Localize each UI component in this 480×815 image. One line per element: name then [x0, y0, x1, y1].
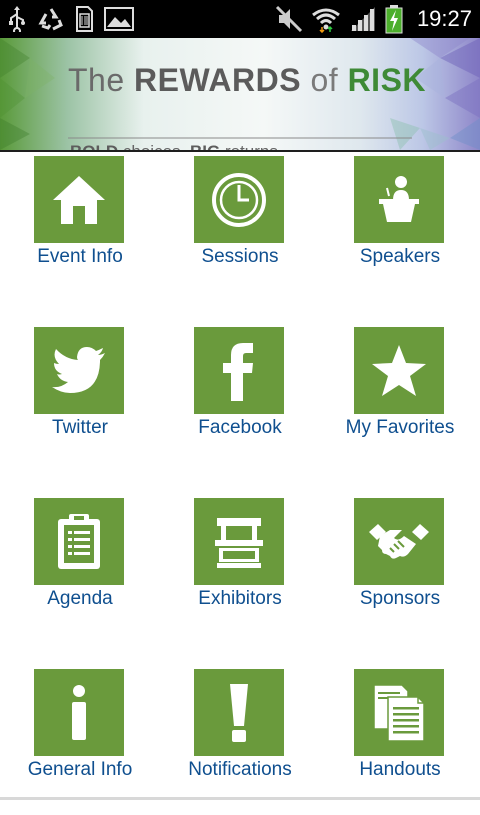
info-icon [72, 684, 86, 740]
menu-label: Handouts [359, 759, 441, 780]
status-clock: 19:27 [416, 6, 472, 31]
event-banner: The REWARDS of RISK BOLD choices. BIG re… [0, 38, 480, 150]
sessions-tile-square [194, 156, 284, 243]
menu-tile-sponsors[interactable]: Sponsors [320, 494, 480, 644]
menu-label: Event Info [37, 246, 123, 267]
menu-tile-exhibitors[interactable]: Exhibitors [160, 494, 320, 644]
menu-tile-twitter[interactable]: Twitter [0, 323, 160, 473]
banner-pattern-left [0, 38, 55, 150]
podium-icon [379, 175, 419, 222]
general-info-tile-square [34, 669, 124, 756]
speakers-tile-square [354, 156, 444, 243]
menu-tile-event-info[interactable]: Event Info [0, 152, 160, 302]
banner-title-the: The [68, 62, 125, 98]
event-info-tile-square [34, 156, 124, 243]
menu-label: Sessions [201, 246, 279, 267]
exhibitors-tile-square [194, 498, 284, 585]
facebook-tile-square [194, 327, 284, 414]
handouts-tile-square [354, 669, 444, 756]
tagline-bold-2: BIG [190, 142, 220, 150]
menu-label: General Info [27, 759, 133, 780]
twitter-bird-icon [52, 346, 105, 393]
banner-title-risk: RISK [347, 62, 427, 98]
menu-label: Facebook [198, 417, 282, 438]
signal-icon [350, 7, 375, 31]
tagline-bold-1: BOLD [70, 142, 118, 150]
sponsors-tile-square [354, 498, 444, 585]
menu-tile-general-info[interactable]: General Info [0, 665, 160, 815]
exclamation-icon [230, 683, 248, 742]
menu-label: Twitter [52, 417, 108, 438]
menu-tile-sessions[interactable]: Sessions [160, 152, 320, 302]
menu-label: My Favorites [345, 417, 455, 438]
my-favorites-tile-square [354, 327, 444, 414]
menu-label: Agenda [47, 588, 113, 609]
usb-icon [9, 6, 25, 32]
image-icon [104, 7, 134, 31]
menu-tile-speakers[interactable]: Speakers [320, 152, 480, 302]
menu-label: Exhibitors [198, 588, 282, 609]
menu-grid: Event Info Sessions Speakers Twitter Fac… [0, 152, 480, 798]
banner-title-of: of [310, 62, 339, 98]
home-icon [53, 175, 105, 224]
clock-icon [212, 172, 266, 227]
clipboard-icon [58, 513, 100, 569]
handshake-icon [369, 523, 429, 559]
star-icon [372, 344, 426, 396]
agenda-tile-square [34, 498, 124, 585]
tagline-text-1: choices. [118, 142, 190, 150]
menu-tile-my-favorites[interactable]: My Favorites [320, 323, 480, 473]
twitter-tile-square [34, 327, 124, 414]
facebook-icon [223, 342, 253, 401]
booth-icon [215, 517, 263, 568]
menu-tile-facebook[interactable]: Facebook [160, 323, 320, 473]
banner-tagline: BOLD choices. BIG returns. [70, 142, 283, 150]
menu-label: Notifications [188, 759, 292, 780]
menu-label: Speakers [359, 246, 441, 267]
wifi-icon [312, 8, 340, 33]
status-bar: 19:27 [0, 0, 480, 38]
recycle-icon [38, 8, 63, 31]
notifications-tile-square [194, 669, 284, 756]
documents-icon [373, 683, 425, 742]
tagline-text-2: returns. [220, 142, 283, 150]
battery-charging-icon [385, 5, 403, 34]
menu-label: Sponsors [359, 588, 441, 609]
menu-tile-agenda[interactable]: Agenda [0, 494, 160, 644]
menu-tile-notifications[interactable]: Notifications [160, 665, 320, 815]
menu-tile-handouts[interactable]: Handouts [320, 665, 480, 815]
banner-title-rewards: REWARDS [134, 62, 302, 98]
banner-title: The REWARDS of RISK [68, 62, 426, 99]
mute-icon [275, 5, 302, 33]
sd-card-icon [76, 6, 93, 32]
banner-divider [68, 137, 412, 139]
